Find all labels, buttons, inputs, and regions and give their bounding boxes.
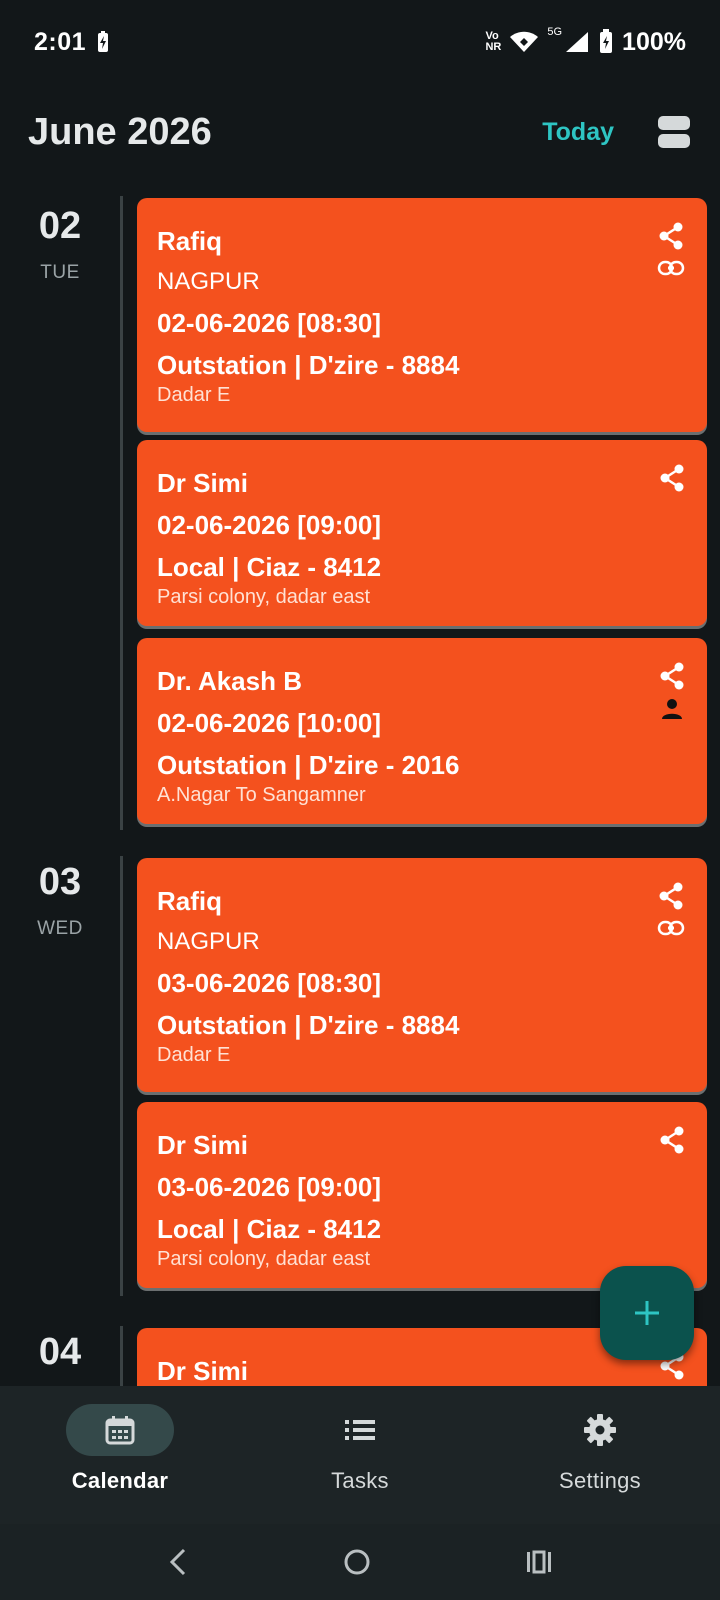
day-number: 02 — [38, 205, 82, 247]
event-title: Dr Simi — [157, 1356, 249, 1386]
event-trip: Outstation | D'zire - 8884 — [157, 1010, 460, 1040]
event-card[interactable]: Dr Simi 03-06-2026 [09:00] Local | Ciaz … — [137, 1102, 707, 1288]
event-datetime: 03-06-2026 [09:00] — [157, 1172, 382, 1202]
plus-icon — [635, 1301, 659, 1325]
event-card[interactable]: Rafiq NAGPUR 03-06-2026 [08:30] Outstati… — [137, 858, 707, 1092]
agenda-list[interactable]: 02 TUE Rafiq NAGPUR 02-06-2026 [08:30] O… — [0, 190, 720, 1386]
volte-indicator: Vo NR — [485, 30, 502, 53]
event-city: NAGPUR — [157, 928, 260, 955]
status-time: 2:01 — [34, 27, 87, 56]
signal-icon — [566, 32, 589, 52]
5g-indicator: 5G — [547, 26, 563, 38]
share-icon[interactable] — [659, 1126, 685, 1154]
event-place: Dadar E — [157, 1044, 231, 1066]
event-trip: Local | Ciaz - 8412 — [157, 1214, 382, 1244]
nav-item-settings[interactable]: Settings — [480, 1386, 720, 1524]
app-header: June 2026 Today — [0, 96, 720, 168]
event-place: A.Nagar To Sangamner — [157, 784, 366, 806]
day-label: 04 — [0, 1332, 120, 1372]
event-title: Rafiq — [157, 886, 222, 916]
day-number: 03 — [38, 861, 82, 903]
view-toggle-icon[interactable] — [658, 116, 690, 148]
month-title: June 2026 — [28, 110, 212, 153]
battery-charging-icon — [98, 31, 109, 52]
nav-label: Tasks — [331, 1468, 389, 1493]
event-datetime: 02-06-2026 [10:00] — [157, 708, 382, 738]
nav-label: Calendar — [71, 1468, 169, 1493]
event-place: Parsi colony, dadar east — [157, 586, 371, 608]
event-trip: Local | Ciaz - 8412 — [157, 552, 382, 582]
today-button[interactable]: Today — [542, 118, 614, 147]
event-place: Parsi colony, dadar east — [157, 1248, 371, 1270]
event-datetime: 03-06-2026 [08:30] — [157, 968, 382, 998]
system-navigation-bar — [0, 1524, 720, 1600]
day-label: 03 WED — [0, 862, 120, 940]
day-divider — [120, 196, 123, 830]
person-icon — [662, 699, 682, 719]
back-icon[interactable] — [166, 1547, 190, 1577]
day-weekday: WED — [37, 918, 83, 939]
share-icon[interactable] — [659, 662, 685, 690]
day-group: 03 WED Rafiq NAGPUR 03-06-2026 [08:30] O… — [0, 850, 720, 1300]
day-divider — [120, 1326, 123, 1386]
add-event-button[interactable] — [600, 1266, 694, 1360]
gear-icon — [584, 1414, 616, 1446]
day-group: 02 TUE Rafiq NAGPUR 02-06-2026 [08:30] O… — [0, 190, 720, 830]
day-label: 02 TUE — [0, 206, 120, 284]
event-city: NAGPUR — [157, 268, 260, 295]
event-trip: Outstation | D'zire - 8884 — [157, 350, 460, 380]
battery-percent: 100% — [622, 27, 686, 56]
event-card[interactable]: Dr. Akash B 02-06-2026 [10:00] Outstatio… — [137, 638, 707, 824]
bottom-navigation: Calendar Tasks Settings — [0, 1386, 720, 1524]
calendar-icon — [105, 1416, 135, 1445]
event-card[interactable]: Dr Simi 02-06-2026 [09:00] Local | Ciaz … — [137, 440, 707, 626]
link-icon[interactable] — [657, 258, 685, 278]
nav-label: Settings — [559, 1468, 641, 1493]
wifi-icon — [510, 31, 539, 52]
event-datetime: 02-06-2026 [09:00] — [157, 510, 382, 540]
day-number: 04 — [38, 1331, 82, 1373]
status-bar: 2:01 Vo NR 5G 100% — [0, 0, 720, 84]
event-title: Dr. Akash B — [157, 666, 302, 696]
battery-icon — [600, 29, 613, 53]
event-title: Dr Simi — [157, 1130, 249, 1160]
event-title: Dr Simi — [157, 468, 249, 498]
recents-icon[interactable] — [524, 1547, 554, 1577]
nav-item-tasks[interactable]: Tasks — [240, 1386, 480, 1524]
nav-item-calendar[interactable]: Calendar — [0, 1386, 240, 1524]
share-icon[interactable] — [658, 222, 684, 250]
event-title: Rafiq — [157, 226, 222, 256]
event-trip: Outstation | D'zire - 2016 — [157, 750, 460, 780]
day-weekday: TUE — [40, 262, 80, 283]
event-card[interactable]: Rafiq NAGPUR 02-06-2026 [08:30] Outstati… — [137, 198, 707, 432]
day-divider — [120, 856, 123, 1296]
list-icon — [345, 1420, 375, 1440]
home-icon[interactable] — [342, 1547, 372, 1577]
share-icon[interactable] — [659, 464, 685, 492]
link-icon[interactable] — [657, 918, 685, 938]
share-icon[interactable] — [658, 882, 684, 910]
event-place: Dadar E — [157, 384, 231, 406]
event-datetime: 02-06-2026 [08:30] — [157, 308, 382, 338]
